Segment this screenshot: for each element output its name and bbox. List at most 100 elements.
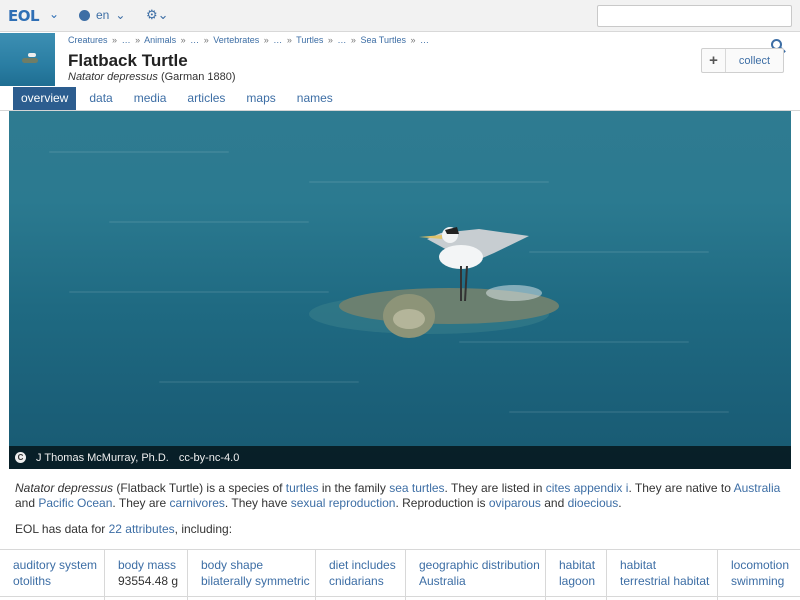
breadcrumb-separator: » [263, 35, 269, 45]
link-attributes[interactable]: 22 attributes [109, 522, 175, 536]
link-pacific-ocean[interactable]: Pacific Ocean [38, 496, 112, 510]
breadcrumb-separator: » [286, 35, 292, 45]
collect-button[interactable]: + collect [701, 48, 784, 73]
attribute-cell[interactable]: auditory system otoliths [0, 550, 105, 600]
breadcrumb-item[interactable]: … [122, 35, 131, 45]
hero-margin-left [0, 111, 9, 469]
link-oviparous[interactable]: oviparous [489, 496, 541, 510]
collect-label: collect [738, 54, 771, 67]
language-label: en [96, 8, 110, 22]
search-input[interactable] [597, 5, 792, 27]
summary-text: . Reproduction is [395, 496, 489, 510]
attributes-intro: EOL has data for 22 attributes, includin… [15, 522, 232, 536]
species-summary: Natator depressus (Flatback Turtle) is a… [15, 481, 785, 511]
breadcrumb-separator: » [203, 35, 209, 45]
attribute-key[interactable]: diet includes [329, 557, 405, 573]
summary-text: and [15, 496, 39, 510]
attribute-cell[interactable]: geographic distribution Australia [406, 550, 546, 600]
breadcrumb-item[interactable]: … [273, 35, 282, 45]
attribute-cell[interactable]: habitat terrestrial habitat [607, 550, 718, 600]
attribute-cell[interactable]: habitat lagoon [546, 550, 607, 600]
tab-maps[interactable]: maps [238, 87, 283, 110]
attribute-value[interactable]: otoliths [13, 573, 104, 589]
attribute-key[interactable]: habitat [620, 557, 717, 573]
breadcrumb-separator: » [327, 35, 333, 45]
attribute-cell[interactable]: body mass 93554.48 g [105, 550, 188, 600]
breadcrumb-item[interactable]: Sea Turtles [360, 35, 406, 45]
link-dioecious[interactable]: dioecious [568, 496, 619, 510]
plus-icon: + [702, 49, 726, 72]
summary-text: . They are listed in [444, 481, 546, 495]
attribute-value[interactable]: lagoon [559, 573, 606, 589]
attribute-value[interactable]: bilaterally symmetric [201, 573, 315, 589]
chevron-down-icon[interactable]: ⌄ [49, 7, 59, 21]
summary-scientific-name: Natator depressus [15, 481, 114, 495]
attribute-key[interactable]: auditory system [13, 557, 104, 573]
attribute-value[interactable]: cnidarians [329, 573, 405, 589]
tab-overview[interactable]: overview [13, 87, 77, 110]
scientific-name-text: Natator depressus [68, 71, 158, 83]
authority-text: (Garman 1880) [160, 71, 236, 83]
breadcrumb-separator: » [410, 35, 416, 45]
tab-data[interactable]: data [81, 87, 120, 110]
link-sea-turtles[interactable]: sea turtles [389, 481, 444, 495]
breadcrumb: Creatures » … » Animals » … » Vertebrate… [68, 35, 431, 45]
breadcrumb-separator: » [135, 35, 141, 45]
attribute-cell[interactable]: diet includes cnidarians [316, 550, 406, 600]
link-australia[interactable]: Australia [734, 481, 781, 495]
attributes-grid-next-row [0, 596, 800, 600]
tab-names[interactable]: names [289, 87, 341, 110]
attribute-cell[interactable]: body shape bilaterally symmetric [188, 550, 316, 600]
attribute-value[interactable]: terrestrial habitat [620, 573, 717, 589]
attribute-key[interactable]: geographic distribution [419, 557, 545, 573]
attributes-grid: auditory system otoliths body mass 93554… [0, 549, 800, 600]
summary-text: . They are [112, 496, 170, 510]
language-selector[interactable]: en ⌄ [79, 8, 125, 22]
attribute-value[interactable]: swimming [731, 573, 800, 589]
eol-logo[interactable]: EOL [8, 7, 40, 25]
attribute-key[interactable]: locomotion [731, 557, 800, 573]
breadcrumb-item[interactable]: … [190, 35, 199, 45]
tab-articles[interactable]: articles [179, 87, 233, 110]
chevron-down-icon: ⌄ [115, 8, 126, 22]
hero-image[interactable] [9, 111, 791, 469]
thumbnail-bird [28, 53, 36, 57]
breadcrumb-item[interactable]: Turtles [296, 35, 323, 45]
link-carnivores[interactable]: carnivores [170, 496, 225, 510]
chevron-down-icon: ⌄ [157, 7, 169, 22]
breadcrumb-separator: » [180, 35, 186, 45]
link-cites-appendix[interactable]: cites appendix i [546, 481, 629, 495]
species-thumbnail[interactable] [0, 33, 55, 86]
link-turtles[interactable]: turtles [286, 481, 319, 495]
attribute-value: 93554.48 g [118, 574, 179, 588]
credit-author: J Thomas McMurray, Ph.D. [36, 451, 169, 464]
tab-bar: overview data media articles maps names [13, 87, 346, 110]
breadcrumb-item[interactable]: Animals [144, 35, 176, 45]
thumbnail-turtle [22, 58, 38, 63]
breadcrumb-item[interactable]: Creatures [68, 35, 108, 45]
breadcrumb-item[interactable]: … [420, 35, 429, 45]
copyright-icon: C [15, 452, 26, 463]
top-bar: EOL ⌄ en ⌄ ⚙⌄ [0, 0, 800, 32]
breadcrumb-item[interactable]: Vertebrates [213, 35, 259, 45]
page-title: Flatback Turtle [68, 51, 188, 70]
attribute-value[interactable]: Australia [419, 573, 545, 589]
attribute-key[interactable]: body mass [118, 557, 187, 573]
summary-text: . They are native to [628, 481, 734, 495]
scientific-name: Natator depressus (Garman 1880) [68, 71, 236, 83]
summary-text: . [618, 496, 622, 510]
breadcrumb-item[interactable]: … [337, 35, 346, 45]
gear-icon: ⚙ [146, 7, 158, 22]
globe-icon [79, 9, 90, 21]
tab-media[interactable]: media [126, 87, 175, 110]
breadcrumb-separator: » [112, 35, 118, 45]
attribute-key[interactable]: body shape [201, 557, 315, 573]
link-sexual-reproduction[interactable]: sexual reproduction [291, 496, 396, 510]
image-credit-bar: C J Thomas McMurray, Ph.D. cc-by-nc-4.0 [9, 446, 791, 469]
breadcrumb-separator: » [350, 35, 356, 45]
summary-text: . They have [224, 496, 291, 510]
gear-menu[interactable]: ⚙⌄ [146, 7, 169, 23]
turtle-and-tern-photo [309, 227, 559, 338]
attribute-key[interactable]: habitat [559, 557, 606, 573]
attribute-cell[interactable]: locomotion swimming [718, 550, 800, 600]
